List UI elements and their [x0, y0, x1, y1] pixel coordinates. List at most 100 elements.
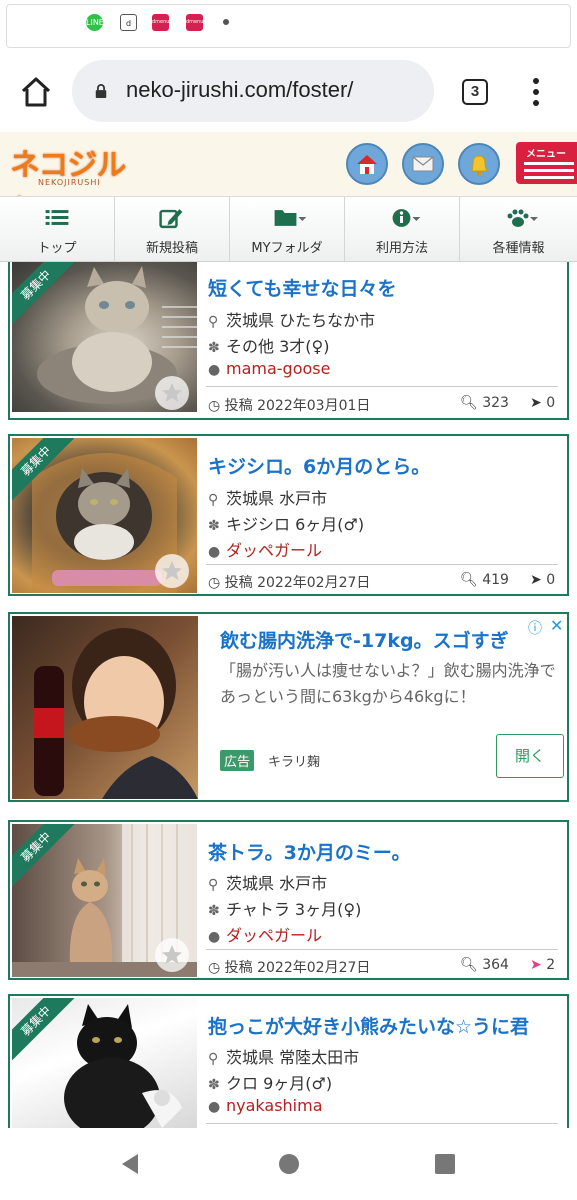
status-bar: LINE d dmenu dmenu [0, 0, 577, 50]
view-count: 🔍︎ 364 [460, 957, 509, 973]
nav-top[interactable]: トップ [0, 197, 115, 263]
listing-card[interactable]: 募集中 キジシロ。6か月のとら。 ⚲ 茨城県 水戸市 ✽ キジシロ 6ヶ月(♂) ●… [8, 434, 569, 596]
user-icon: ● [208, 929, 221, 945]
nav-label: 利用方法 [375, 241, 428, 256]
location-text: 茨城県 ひたちなか市 [226, 311, 376, 330]
user-link[interactable]: ダッペガール [226, 541, 322, 560]
ad-illustration [34, 628, 198, 799]
listing-breed: ✽ その他 3才(♀) [208, 333, 329, 357]
user-link[interactable]: mama-goose [226, 359, 330, 378]
cat-photo[interactable]: 募集中 [12, 438, 197, 593]
search-icon: 🔍︎ [460, 395, 483, 411]
send-icon: ➤ [530, 957, 547, 973]
ad-close-icon[interactable]: ✕ [550, 616, 563, 635]
ad-open-button[interactable]: 開く [496, 734, 564, 778]
map-pin-icon: ⚲ [208, 877, 219, 893]
more-options-button[interactable] [526, 76, 546, 108]
listing-title[interactable]: 抱っこが大好き小熊みたいな☆うに君 [208, 1012, 529, 1039]
star-icon [162, 561, 182, 580]
cat-photo[interactable]: 募集中 [12, 824, 197, 977]
paw-icon: ✽ [208, 340, 220, 356]
user-icon: ● [208, 1099, 221, 1115]
user-link[interactable]: ダッペガール [226, 926, 322, 945]
menu-bar-icon [524, 169, 574, 172]
favorite-button[interactable] [155, 554, 189, 588]
listing-location: ⚲ 茨城県 水戸市 [208, 870, 327, 894]
clock-icon: ◷ [208, 398, 225, 414]
listing-card[interactable]: 募集中 短くても幸せな日々を ⚲ 茨城県 ひたちなか市 ✽ その他 3才(♀) ● m… [8, 262, 569, 420]
view-count: 🔍︎ 323 [460, 395, 509, 411]
cat-photo[interactable]: 募集中 [12, 998, 197, 1128]
favorite-button[interactable] [155, 376, 189, 410]
listing-card[interactable]: 募集中 抱っこが大好き小熊みたいな☆うに君 ⚲ 茨城県 常陸太田市 ✽ クロ 9ヶ月… [8, 994, 569, 1128]
dot-icon [533, 100, 539, 106]
user-link[interactable]: nyakashima [226, 1096, 323, 1115]
paw-icon: ✽ [208, 518, 220, 534]
nav-new-post[interactable]: 新規投稿 [115, 197, 230, 263]
user-icon: ● [208, 544, 221, 560]
map-pin-icon: ⚲ [208, 492, 219, 508]
location-text: 茨城県 水戸市 [226, 489, 328, 508]
nav-how-to-use[interactable]: 利用方法 [345, 197, 460, 263]
home-circle-button[interactable] [346, 143, 388, 185]
ad-info-icon[interactable]: ⓘ [528, 618, 542, 638]
site-header: ネコジルシ NEKOJIRUSHI メニュー [0, 132, 577, 228]
message-count: ➤ 0 [530, 572, 555, 588]
nav-my-folder[interactable]: MYフォルダ [230, 197, 345, 263]
tab-switcher-button[interactable]: 3 [462, 79, 488, 105]
listing-user: ● ダッペガール [208, 537, 322, 561]
divider [206, 949, 558, 950]
address-bar[interactable]: neko-jirushi.com/foster/ [72, 60, 434, 122]
listing-title[interactable]: 茶トラ。3か月のミー。 [208, 838, 411, 865]
ad-photo[interactable] [12, 616, 198, 799]
views-text: 323 [482, 395, 509, 411]
system-navigation-bar [0, 1128, 577, 1200]
home-button[interactable] [18, 74, 54, 110]
menu-bar-icon [524, 176, 574, 179]
nav-label: トップ [37, 241, 77, 256]
view-count: 🔍︎ 419 [460, 572, 509, 588]
divider [206, 564, 558, 565]
favorite-button[interactable] [155, 938, 189, 972]
message-count: ➤ 0 [530, 395, 555, 411]
divider [206, 1123, 558, 1124]
main-nav: トップ 新規投稿 MYフォルダ 利用方法 各種情報 [0, 196, 577, 263]
listing-card[interactable]: 募集中 茶トラ。3か月のミー。 ⚲ 茨城県 水戸市 ✽ チャトラ 3ヶ月(♀) ● ダ… [8, 820, 569, 980]
nav-info[interactable]: 各種情報 [460, 197, 577, 263]
listing-title[interactable]: キジシロ。6か月のとら。 [208, 452, 430, 479]
message-count: ➤ 2 [530, 957, 555, 973]
date-text: 投稿 2022年02月27日 [224, 960, 371, 976]
list-icon [45, 210, 69, 225]
d-app-icon: d [120, 14, 137, 31]
site-logo[interactable]: ネコジルシ NEKOJIRUSHI [9, 140, 146, 228]
back-icon[interactable] [118, 1152, 142, 1176]
cat-photo[interactable]: 募集中 [12, 262, 197, 412]
listing-date: ◷ 投稿 2022年02月27日 [208, 957, 370, 977]
menu-button[interactable]: メニュー [516, 142, 577, 184]
advertisement[interactable]: 飲む腸内洗浄で-17kg。スゴすぎ 「腸が汚い人は痩せないよ？」飲む腸内洗浄であ… [8, 612, 569, 802]
clock-icon: ◷ [208, 960, 225, 976]
listing-date: ◷ 投稿 2022年02月27日 [208, 572, 370, 592]
location-text: 茨城県 水戸市 [226, 874, 328, 893]
ad-badge: 広告 [220, 750, 255, 771]
bell-icon [471, 155, 488, 176]
user-icon: ● [208, 362, 221, 378]
notification-button[interactable] [458, 143, 500, 185]
date-text: 投稿 2022年03月01日 [224, 398, 371, 414]
tab-count: 3 [470, 83, 480, 100]
clock-icon: ◷ [208, 575, 225, 591]
listing-location: ⚲ 茨城県 水戸市 [208, 485, 327, 509]
date-text: 投稿 2022年02月27日 [224, 575, 371, 591]
mail-button[interactable] [402, 143, 444, 185]
listing-user: ● mama-goose [208, 359, 330, 378]
listing-user: ● nyakashima [208, 1096, 323, 1115]
listing-date: ◷ 投稿 2022年03月01日 [208, 395, 370, 415]
views-text: 419 [482, 572, 509, 588]
home-nav-icon[interactable] [278, 1153, 300, 1175]
paw-icon: ✽ [208, 1077, 220, 1093]
ad-title[interactable]: 飲む腸内洗浄で-17kg。スゴすぎ [220, 626, 509, 653]
star-icon [162, 383, 182, 402]
recents-icon[interactable] [434, 1153, 456, 1175]
listing-title[interactable]: 短くても幸せな日々を [208, 274, 396, 301]
map-pin-icon: ⚲ [208, 314, 219, 330]
